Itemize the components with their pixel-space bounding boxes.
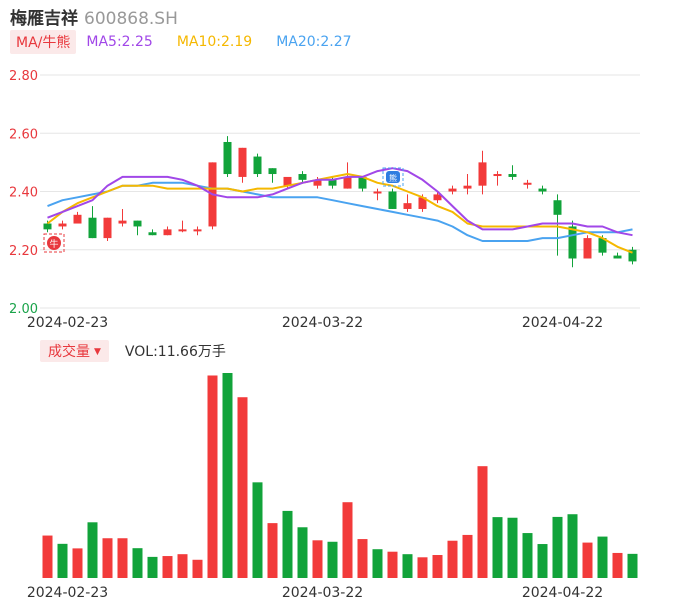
- y-tick-label: 2.80: [9, 69, 38, 84]
- x-tick-label: 2024-04-22: [522, 315, 603, 331]
- volume-bar: [282, 510, 293, 578]
- candle-body: [478, 162, 487, 186]
- price-axis: 2.802.602.402.202.00: [9, 69, 38, 317]
- volume-bar: [387, 551, 398, 578]
- volume-bar: [507, 517, 518, 578]
- candle-body: [523, 182, 532, 185]
- candle-body: [553, 200, 562, 215]
- x-tick-label: 2024-03-22: [282, 585, 363, 601]
- volume-bar: [42, 535, 53, 578]
- candle-body: [463, 185, 472, 189]
- volume-bar: [582, 542, 593, 578]
- volume-bar: [612, 552, 623, 578]
- volume-bar: [417, 557, 428, 578]
- volume-bar: [477, 466, 488, 578]
- volume-bar: [432, 555, 443, 578]
- volume-bar: [357, 539, 368, 578]
- candle-body: [118, 220, 127, 224]
- x-tick-label: 2024-03-22: [282, 315, 363, 331]
- stock-chart[interactable]: 2.802.602.402.202.00 牛熊 2024-02-23 2024-0…: [0, 0, 686, 606]
- date-axis: 2024-02-23 2024-03-22 2024-04-22: [27, 315, 603, 331]
- candle-body: [73, 214, 82, 224]
- candle-body: [568, 226, 577, 259]
- candle-body: [583, 238, 592, 259]
- volume-bar: [132, 548, 143, 578]
- volume-bar: [297, 527, 308, 578]
- volume-bar: [162, 556, 173, 578]
- price-grid: [40, 74, 640, 309]
- candle-body: [178, 229, 187, 232]
- candle-body: [448, 188, 457, 192]
- candle-body: [253, 156, 262, 175]
- candle-body: [403, 203, 412, 209]
- candle-body: [613, 255, 622, 259]
- volume-bar: [57, 543, 68, 578]
- volume-bar: [237, 397, 248, 578]
- volume-bar: [372, 549, 383, 578]
- candle-body: [343, 176, 352, 189]
- volume-bar: [492, 517, 503, 578]
- volume-bar: [87, 522, 98, 578]
- candle-body: [223, 141, 232, 175]
- volume-bar: [552, 516, 563, 578]
- x-tick-label: 2024-04-22: [522, 585, 603, 601]
- x-tick-label: 2024-02-23: [27, 315, 108, 331]
- volume-bar: [207, 375, 218, 578]
- volume-bar: [72, 548, 83, 578]
- volume-bar: [627, 553, 638, 578]
- candle-body: [268, 168, 277, 175]
- bear-marker-text: 熊: [389, 173, 397, 183]
- volume-bar: [597, 536, 608, 578]
- candle-body: [133, 220, 142, 227]
- volume-bar: [522, 533, 533, 578]
- ma-lines: [46, 167, 633, 254]
- candle-body: [508, 174, 517, 177]
- volume-series: [42, 373, 638, 578]
- volume-bar: [192, 559, 203, 578]
- candle-body: [43, 223, 52, 230]
- volume-bar: [312, 540, 323, 578]
- y-tick-label: 2.40: [9, 186, 38, 201]
- ma10-line: [46, 173, 633, 254]
- volume-bar: [447, 540, 458, 578]
- volume-bar: [567, 514, 578, 578]
- volume-bar: [537, 544, 548, 578]
- volume-bar: [147, 556, 158, 578]
- volume-bar: [462, 534, 473, 578]
- candle-body: [493, 174, 502, 177]
- volume-bar: [252, 482, 263, 578]
- x-tick-label: 2024-02-23: [27, 585, 108, 601]
- volume-bar: [117, 538, 128, 578]
- volume-bar: [327, 541, 338, 578]
- candle-body: [103, 217, 112, 239]
- candle-body: [238, 147, 247, 177]
- candle-body: [298, 174, 307, 180]
- bull-marker-text: 牛: [49, 238, 58, 250]
- bear-marker: 熊: [382, 167, 404, 187]
- candle-body: [388, 191, 397, 209]
- volume-bar: [402, 554, 413, 578]
- candle-body: [88, 217, 97, 239]
- volume-bar: [102, 538, 113, 578]
- y-tick-label: 2.20: [9, 244, 38, 259]
- candle-body: [373, 191, 382, 194]
- candle-body: [538, 188, 547, 192]
- volume-bar: [267, 523, 278, 578]
- candle-body: [193, 229, 202, 232]
- candle-body: [163, 229, 172, 236]
- volume-bar: [342, 502, 353, 578]
- volume-date-axis: 2024-02-23 2024-03-22 2024-04-22: [27, 585, 603, 601]
- candle-body: [148, 232, 157, 236]
- y-tick-label: 2.60: [9, 127, 38, 142]
- volume-bar: [177, 554, 188, 578]
- volume-bar: [222, 373, 233, 578]
- candle-body: [58, 223, 67, 227]
